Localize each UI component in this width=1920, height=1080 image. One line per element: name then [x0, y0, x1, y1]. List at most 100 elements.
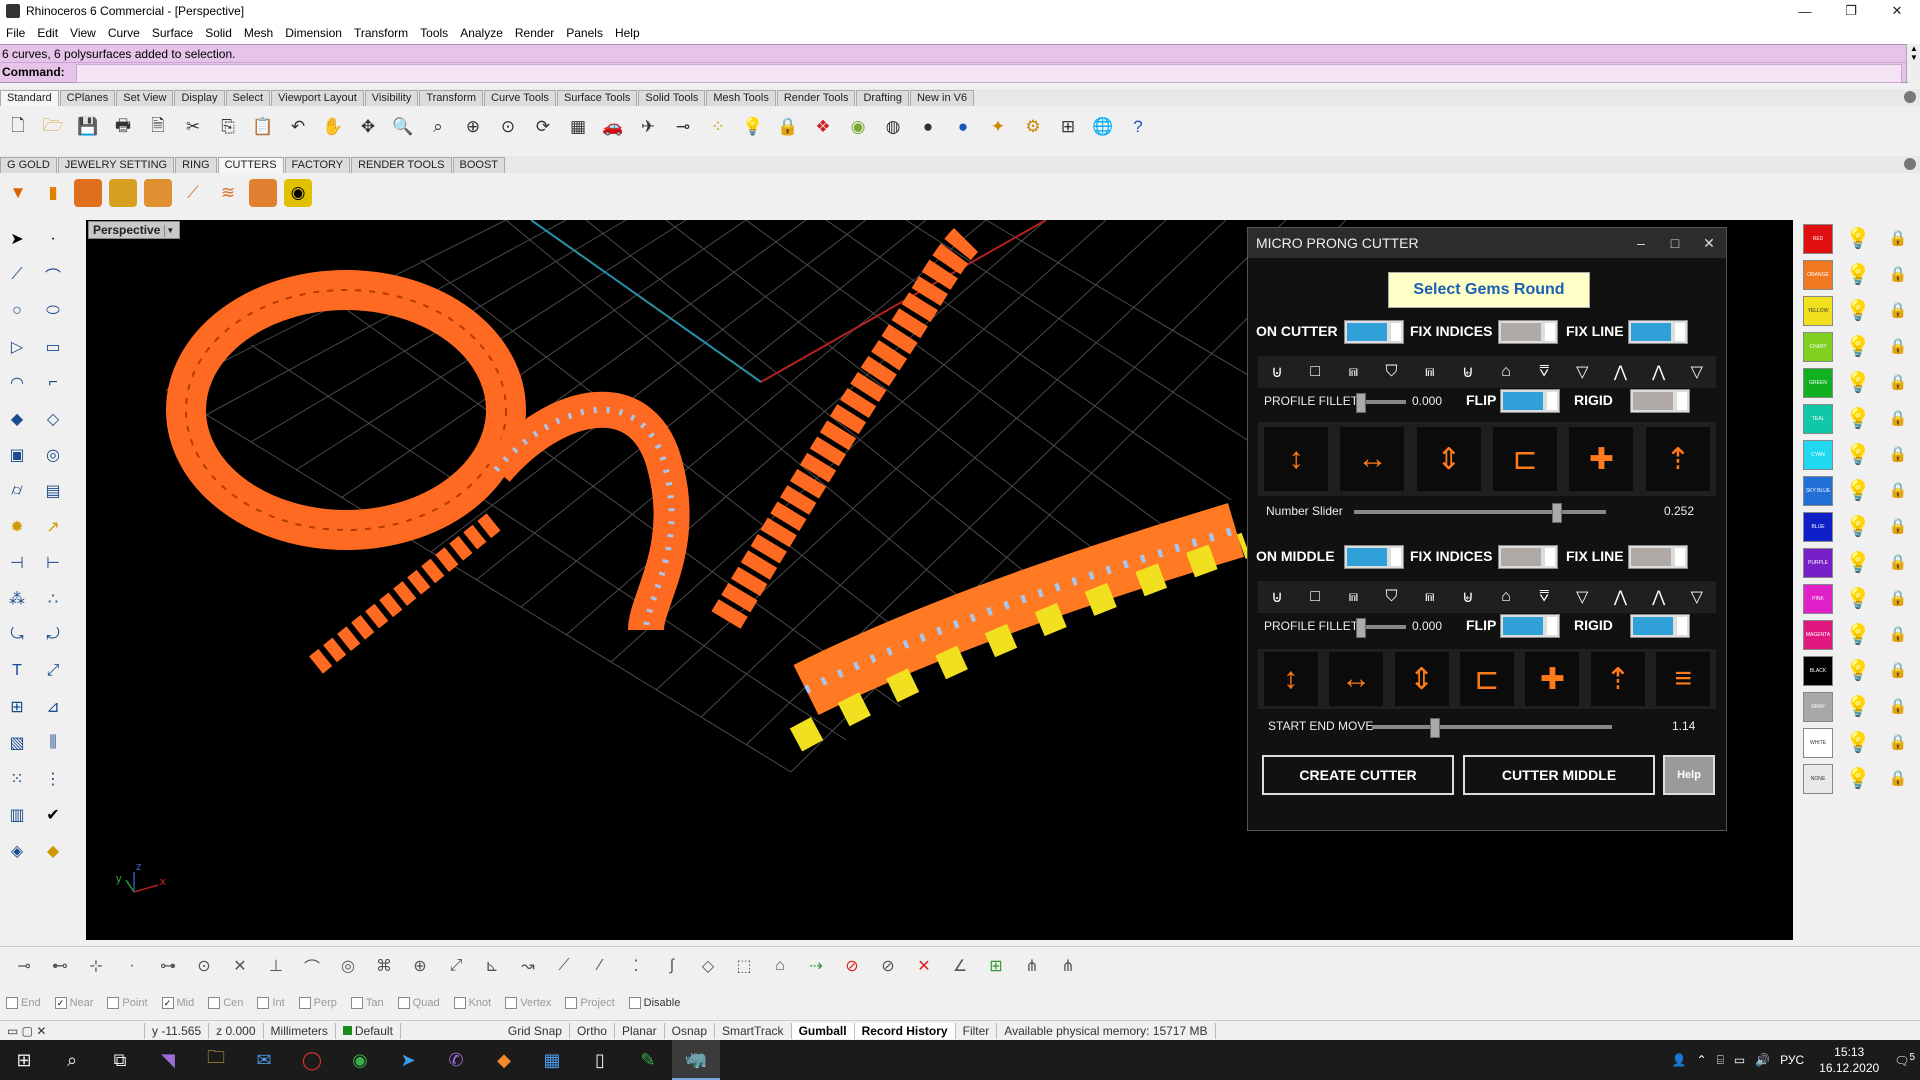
mesh-icon[interactable]: ▤ — [40, 478, 66, 504]
profile-fillet-slider[interactable] — [1356, 393, 1406, 413]
lock-icon[interactable]: 🔒 — [1885, 332, 1911, 360]
osnap-knot-checkbox[interactable] — [453, 997, 466, 1009]
lock-icon[interactable]: 🔒 — [1885, 656, 1911, 684]
color-purple[interactable]: PURPLE — [1803, 548, 1833, 578]
fix-indices-toggle[interactable] — [1498, 320, 1558, 344]
surface-edit-icon[interactable]: ◇ — [40, 406, 66, 432]
viewport-title[interactable]: Perspective ▼ — [88, 221, 181, 239]
command-scrollbar[interactable]: ▲ ▼ — [1906, 44, 1920, 82]
profile-square-icon[interactable]: □ — [1304, 586, 1326, 608]
tab-transform[interactable]: Transform — [419, 90, 484, 106]
snap-knot-icon[interactable]: ⌘ — [370, 952, 398, 980]
color-magenta[interactable]: MAGENTA — [1803, 620, 1833, 650]
rectangle-icon[interactable]: ▭ — [40, 334, 66, 360]
profile-shield-icon[interactable]: ⛉ — [1381, 361, 1403, 383]
snap-near-icon[interactable]: ⊷ — [46, 952, 74, 980]
globe-icon[interactable]: 🌐 — [1089, 113, 1117, 141]
points-icon[interactable]: ⁘ — [704, 113, 732, 141]
color-pink[interactable]: PINK — [1803, 584, 1833, 614]
tab-surface-tools[interactable]: Surface Tools — [556, 90, 638, 106]
light-icon[interactable]: 💡 — [739, 113, 767, 141]
ungroup-icon[interactable]: ∴ — [40, 586, 66, 612]
tab-factory[interactable]: FACTORY — [284, 157, 351, 173]
box-icon[interactable]: ▣ — [4, 442, 30, 468]
color-teal[interactable]: TEAL — [1803, 404, 1833, 434]
calculator-icon[interactable]: ▦ — [528, 1040, 576, 1080]
close-button[interactable]: ✕ — [1874, 0, 1920, 22]
osnap-mid-checkbox[interactable]: ✓ — [161, 997, 174, 1009]
tab-solid-tools[interactable]: Solid Tools — [638, 90, 706, 106]
profile-peak-2-icon[interactable]: ⋀ — [1648, 361, 1670, 383]
profile-dome-icon[interactable]: ⌂ — [1495, 361, 1517, 383]
color-chart[interactable]: CHART — [1803, 332, 1833, 362]
color-none[interactable]: NONE — [1803, 764, 1833, 794]
number-slider[interactable] — [1354, 503, 1606, 523]
tab-ring[interactable]: RING — [175, 157, 217, 173]
solid-shapes-icon[interactable]: ◈ — [4, 838, 30, 864]
copy-icon[interactable]: ⎘ — [214, 113, 242, 141]
rotate-icon[interactable]: ⟳ — [529, 113, 557, 141]
tab-drafting[interactable]: Drafting — [856, 90, 909, 106]
profile-triangle-icon[interactable]: ▽ — [1571, 361, 1593, 383]
color-white[interactable]: WHITE — [1803, 728, 1833, 758]
lock-icon[interactable]: 🔒 — [1885, 584, 1911, 612]
status-gumball[interactable]: Gumball — [791, 1023, 855, 1039]
menu-panels[interactable]: Panels — [560, 26, 609, 40]
render-icon[interactable]: ✦ — [984, 113, 1012, 141]
osnap-perp[interactable]: Perp — [298, 997, 337, 1009]
osnap-near[interactable]: ✓ Near — [54, 997, 93, 1009]
color-cyan[interactable]: CYAN — [1803, 440, 1833, 470]
bulb-icon[interactable]: 💡 — [1845, 512, 1871, 540]
osnap-end-checkbox[interactable] — [6, 997, 18, 1009]
wireframe-sphere-icon[interactable]: ◍ — [879, 113, 907, 141]
tab-curve-tools[interactable]: Curve Tools — [484, 90, 556, 106]
color-green[interactable]: GREEN — [1803, 368, 1833, 398]
snap-line-icon[interactable]: ⟋ — [550, 952, 578, 980]
tab-new-in-v6[interactable]: New in V6 — [909, 90, 975, 106]
dimensions-icon[interactable]: ⊞ — [1054, 113, 1082, 141]
notes-icon[interactable]: ▥ — [4, 802, 30, 828]
status-layer[interactable]: Default — [336, 1023, 401, 1039]
fix-line-toggle[interactable] — [1628, 320, 1688, 344]
middle-vertical-move-icon[interactable]: ↕ — [1263, 652, 1318, 706]
light-tool-icon[interactable]: ✹ — [4, 514, 30, 540]
profile-peak-2-icon[interactable]: ⋀ — [1648, 586, 1670, 608]
color-blue[interactable]: BLUE — [1803, 512, 1833, 542]
on-cutter-toggle[interactable] — [1344, 320, 1404, 344]
snap-int-icon[interactable]: ✕ — [226, 952, 254, 980]
menu-render[interactable]: Render — [509, 26, 560, 40]
lift-gem-icon[interactable]: ⇡ — [1645, 427, 1710, 491]
snap-mid-icon[interactable]: · — [118, 952, 146, 980]
arc-icon[interactable]: ◠ — [4, 370, 30, 396]
osnap-vertex-checkbox[interactable] — [505, 997, 518, 1009]
dialog-minimize-button[interactable]: ‒ — [1624, 235, 1658, 251]
zoom-icon[interactable]: 🔍 — [389, 113, 417, 141]
snap-tan-icon[interactable]: ⌒ — [298, 952, 326, 980]
osnap-cen-checkbox[interactable] — [208, 997, 221, 1009]
block-icon[interactable]: ▧ — [4, 730, 30, 756]
tab-visibility[interactable]: Visibility — [364, 90, 419, 106]
dialog-close-button[interactable]: ✕ — [1692, 235, 1726, 252]
middle-align-left-icon[interactable]: ⊏ — [1459, 652, 1514, 706]
network-icon[interactable]: ⌸ — [1712, 1053, 1729, 1068]
osnap-int[interactable]: Int — [257, 997, 285, 1009]
menu-dimension[interactable]: Dimension — [279, 26, 348, 40]
chrome-icon[interactable]: ◉ — [336, 1040, 384, 1080]
tab-viewport-layout[interactable]: Viewport Layout — [271, 90, 364, 106]
chevron-up-icon[interactable]: ⌃ — [1692, 1053, 1712, 1067]
lock-icon[interactable]: 🔒 — [1885, 692, 1911, 720]
middle-center-height-icon[interactable]: ✚ — [1525, 652, 1580, 706]
boolean-icon[interactable]: ◎ — [40, 442, 66, 468]
visual-studio-icon[interactable]: ◥ — [144, 1040, 192, 1080]
circle-icon[interactable]: ○ — [4, 298, 30, 324]
group-icon[interactable]: ⁂ — [4, 586, 30, 612]
osnap-near-checkbox[interactable]: ✓ — [54, 997, 67, 1009]
profile-v-notch-icon[interactable]: ⩢ — [1533, 586, 1555, 608]
on-middle-toggle[interactable] — [1344, 545, 1404, 569]
profile-cup-icon[interactable]: ⊌ — [1457, 361, 1479, 383]
snap-circle-slash-icon[interactable]: ⊘ — [874, 952, 902, 980]
task-view-icon[interactable]: ⧉ — [96, 1040, 144, 1080]
color-sky-blue[interactable]: SKY BLUE — [1803, 476, 1833, 506]
tab-set-view[interactable]: Set View — [116, 90, 174, 106]
paint-bucket-icon[interactable]: ◆ — [40, 838, 66, 864]
